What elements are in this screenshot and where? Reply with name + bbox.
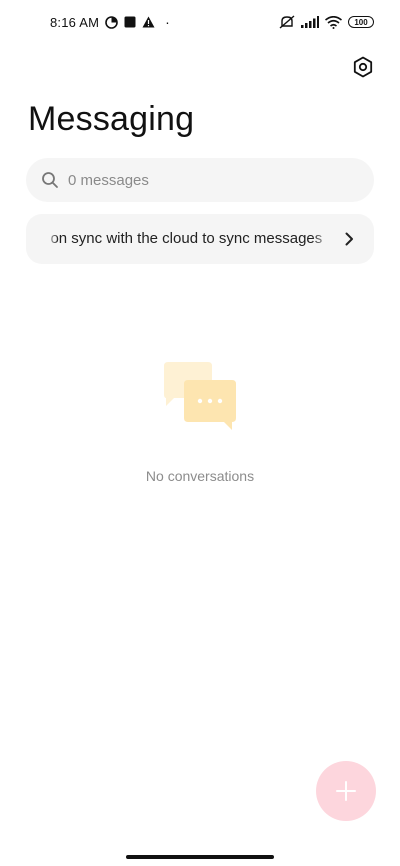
chevron-right-icon xyxy=(345,232,353,246)
chat-bubbles-icon xyxy=(164,362,236,430)
search-icon xyxy=(42,172,58,188)
messaging-screen: 8:16 AM · 100 Messaging 0 messages Turn … xyxy=(0,0,400,866)
square-notification-icon xyxy=(124,16,136,28)
status-time: 8:16 AM xyxy=(50,14,100,30)
more-notifications-dot-icon: · xyxy=(165,14,170,30)
battery-icon: 100 xyxy=(348,16,374,28)
status-bar: 8:16 AM · 100 xyxy=(0,0,400,44)
sync-cloud-banner[interactable]: Turn on sync with the cloud to sync mess… xyxy=(26,214,374,264)
settings-hexagon-icon xyxy=(353,56,373,78)
warning-icon xyxy=(142,16,155,28)
wifi-icon xyxy=(325,15,342,29)
signal-icon xyxy=(301,16,319,28)
app-notification-icon xyxy=(105,15,118,29)
plus-icon xyxy=(336,781,356,801)
gesture-navigation-handle[interactable] xyxy=(126,855,274,859)
search-bar[interactable] xyxy=(26,158,374,202)
empty-state-text: No conversations xyxy=(145,468,255,484)
settings-button[interactable] xyxy=(348,52,378,82)
mute-icon xyxy=(279,15,295,29)
sync-banner-text-container: Turn on sync with the cloud to sync mess… xyxy=(46,230,332,248)
search-input[interactable] xyxy=(68,171,338,189)
new-conversation-button[interactable] xyxy=(316,761,376,821)
status-left: 8:16 AM · xyxy=(50,15,170,30)
status-right: 100 xyxy=(279,15,374,29)
sync-banner-text: Turn on sync with the cloud to sync mess… xyxy=(46,230,323,247)
page-title: Messaging xyxy=(28,100,195,138)
